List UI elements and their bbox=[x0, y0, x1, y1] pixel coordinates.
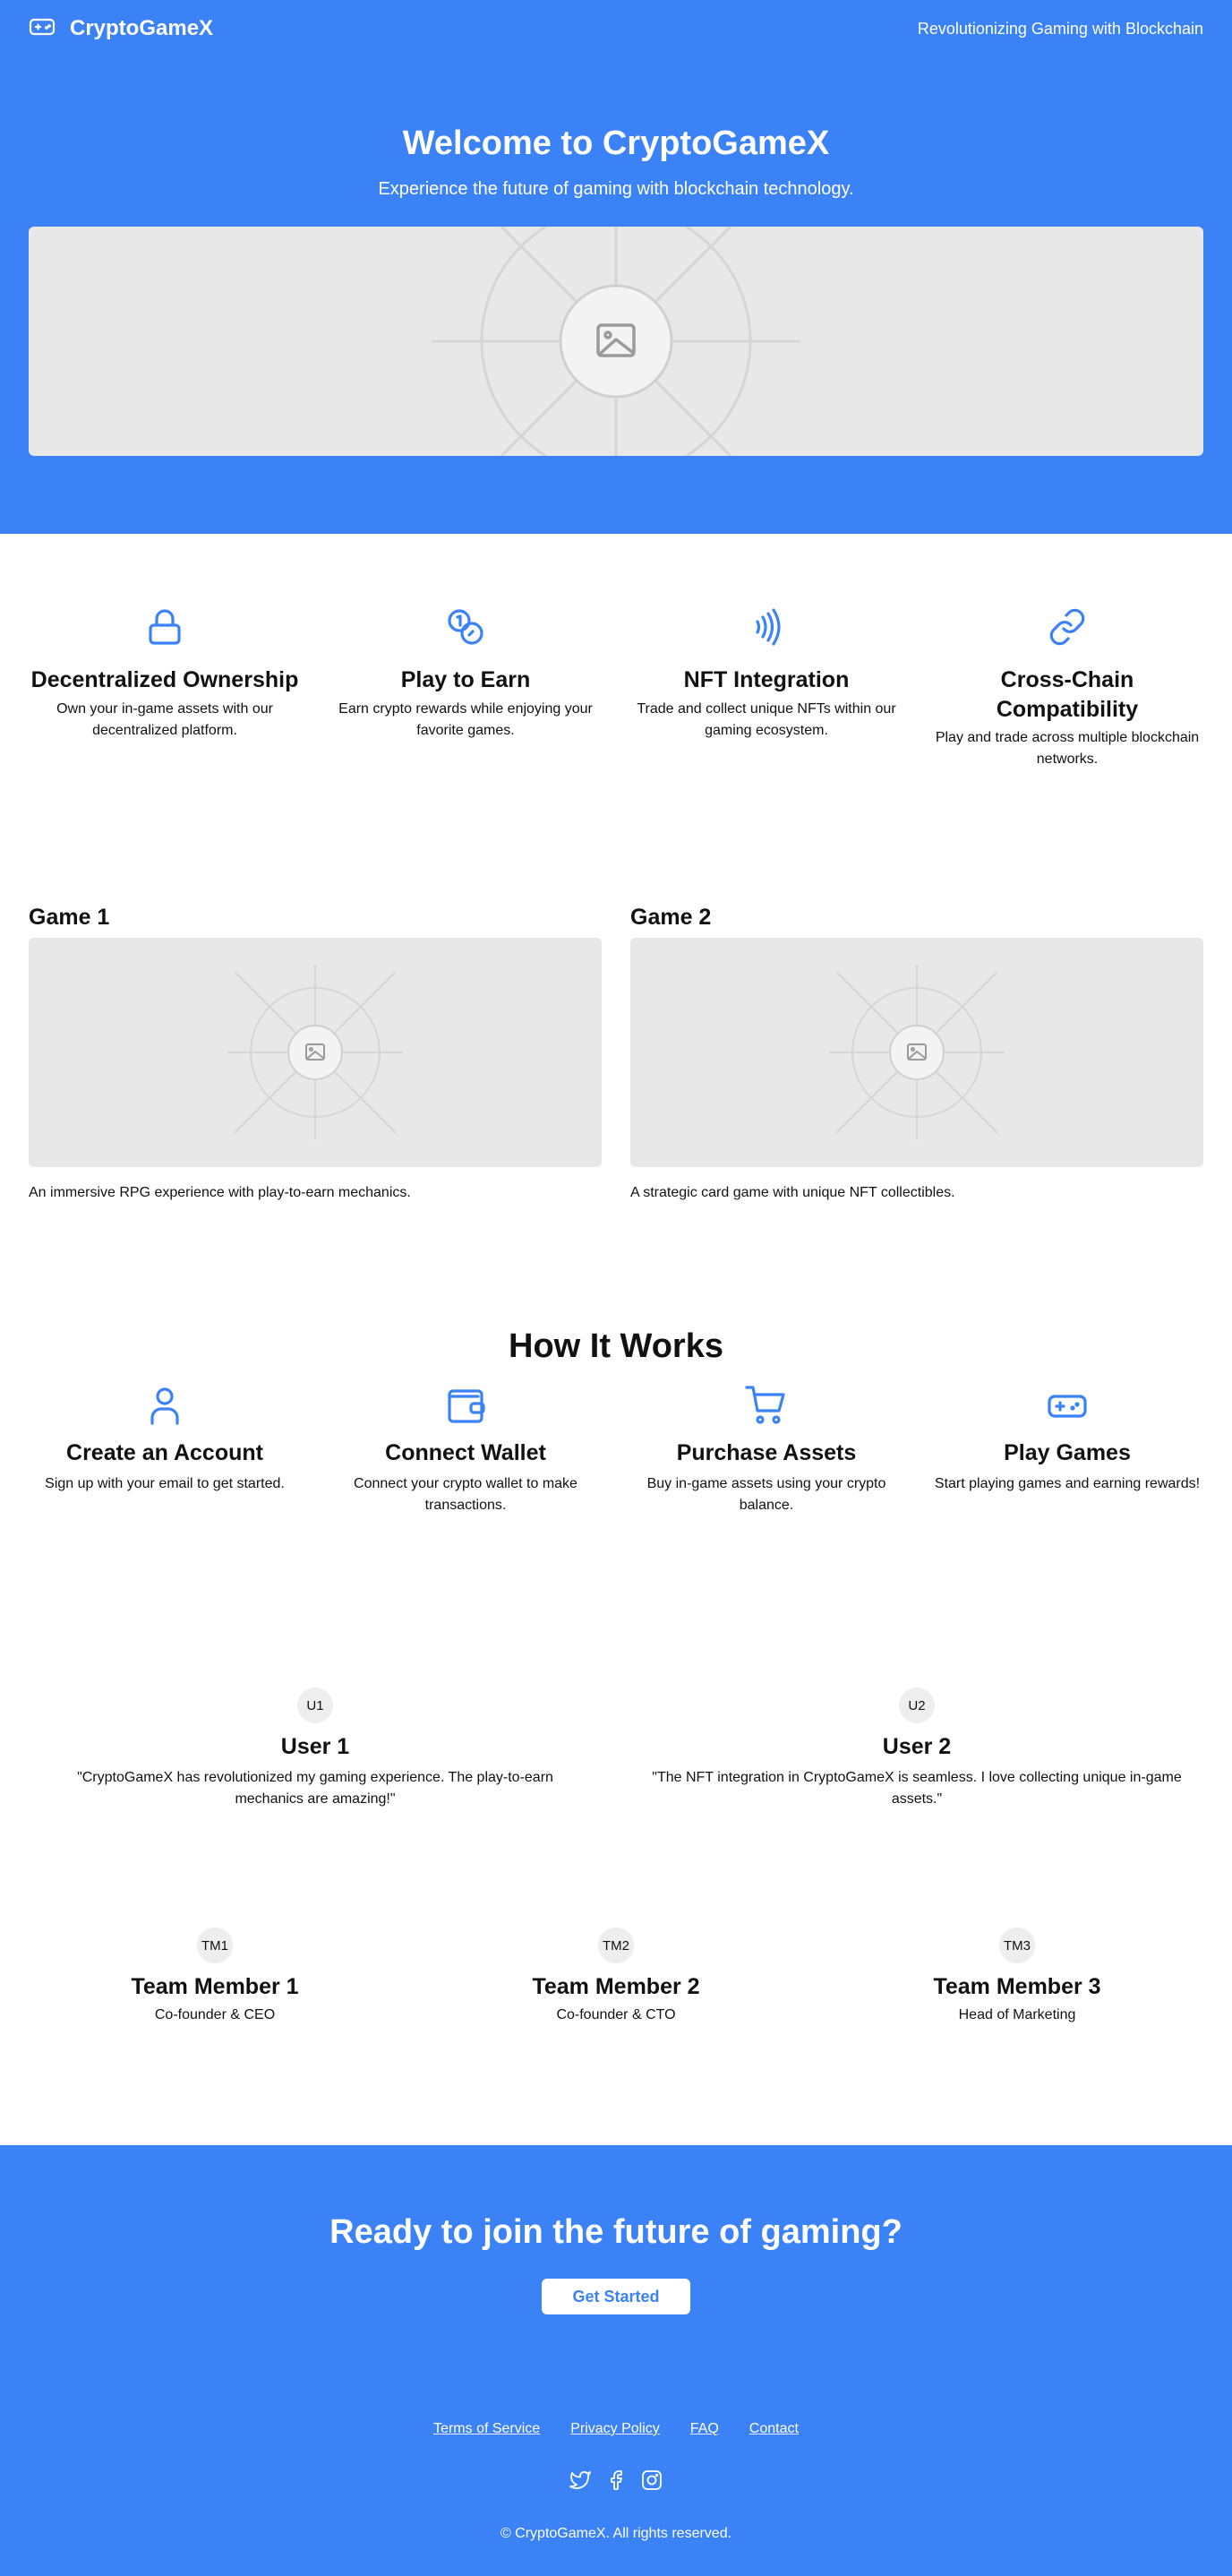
feature-title: Play to Earn bbox=[400, 667, 531, 692]
footer-link-contact[interactable]: Contact bbox=[749, 2421, 799, 2437]
game-card[interactable]: Game 1 An immersive RPG experience with bbox=[29, 905, 602, 1284]
hero-subtitle: Experience the future of gaming with blo… bbox=[378, 178, 854, 199]
team-member-name: Team Member 3 bbox=[933, 1974, 1101, 1999]
gamepad-icon bbox=[1046, 1384, 1089, 1427]
twitter-icon[interactable] bbox=[569, 2469, 591, 2495]
game-card[interactable]: Game 2 A strategic card game with unique… bbox=[630, 905, 1203, 1284]
gamepad-icon bbox=[29, 17, 56, 41]
cta-title: Ready to join the future of gaming? bbox=[329, 2213, 903, 2251]
avatar: TM2 bbox=[598, 1928, 634, 1963]
social-links bbox=[0, 2469, 1232, 2495]
feature-text: Play and trade across multiple blockchai… bbox=[935, 730, 1200, 767]
hero-image bbox=[29, 226, 1203, 456]
team-member-role: Co-founder & CEO bbox=[154, 2007, 276, 2022]
step-title: Connect Wallet bbox=[385, 1440, 546, 1465]
step-title: Purchase Assets bbox=[676, 1440, 857, 1465]
footer-link-faq[interactable]: FAQ bbox=[690, 2421, 719, 2437]
step-card: Purchase Assets Buy in-game assets using… bbox=[630, 1384, 903, 1516]
team-member-role: Co-founder & CTO bbox=[556, 2007, 676, 2022]
feature-text: Trade and collect unique NFTs within our… bbox=[637, 700, 896, 738]
step-title: Create an Account bbox=[66, 1440, 263, 1465]
step-text: Sign up with your email to get started. bbox=[45, 1476, 285, 1491]
avatar: U1 bbox=[297, 1687, 333, 1723]
testimonial-name: User 1 bbox=[280, 1734, 350, 1759]
feature-card: Cross-Chain Compatibility Play and trade… bbox=[931, 605, 1203, 854]
footer-link-privacy[interactable]: Privacy Policy bbox=[570, 2421, 660, 2437]
team-member-card: TM3 Team Member 3 Head of Marketing bbox=[831, 1928, 1203, 2145]
link-icon bbox=[1046, 605, 1089, 648]
avatar: U2 bbox=[899, 1687, 935, 1723]
facebook-icon[interactable] bbox=[605, 2469, 627, 2495]
hero-section: Welcome to CryptoGameX Experience the fu… bbox=[0, 57, 1232, 534]
testimonial-quote: "CryptoGameX has revolutionized my gamin… bbox=[77, 1770, 553, 1807]
feature-title: NFT Integration bbox=[683, 667, 850, 692]
header-tagline: Revolutionizing Gaming with Blockchain bbox=[917, 19, 1203, 38]
team-member-role: Head of Marketing bbox=[958, 2007, 1076, 2022]
feature-title: Cross-Chain Compatibility bbox=[996, 667, 1139, 722]
instagram-icon[interactable] bbox=[641, 2469, 663, 2495]
game-description: An immersive RPG experience with play-to… bbox=[29, 1185, 411, 1200]
feature-text: Earn crypto rewards while enjoying your … bbox=[338, 700, 593, 738]
avatar: TM1 bbox=[197, 1928, 233, 1963]
copyright: © CryptoGameX. All rights reserved. bbox=[500, 2526, 732, 2541]
nfc-icon bbox=[745, 605, 788, 648]
coins-icon bbox=[444, 605, 487, 648]
how-it-works-section: How It Works Create an Account Sign up w… bbox=[0, 1284, 1232, 1643]
testimonial-name: User 2 bbox=[882, 1734, 952, 1759]
feature-card: NFT Integration Trade and collect unique… bbox=[630, 605, 903, 854]
feature-text: Own your in-game assets with our decentr… bbox=[56, 700, 273, 738]
step-text: Connect your crypto wallet to make trans… bbox=[354, 1476, 578, 1513]
get-started-button[interactable]: Get Started bbox=[542, 2279, 690, 2314]
testimonials-section: U1 User 1 "CryptoGameX has revolutionize… bbox=[0, 1643, 1232, 1906]
feature-card: Decentralized Ownership Own your in-game… bbox=[29, 605, 301, 854]
game-image[interactable] bbox=[29, 938, 602, 1167]
step-card: Connect Wallet Connect your crypto walle… bbox=[329, 1384, 602, 1516]
game-title: Game 1 bbox=[29, 905, 110, 930]
image-placeholder-icon bbox=[432, 226, 800, 456]
game-image[interactable] bbox=[630, 938, 1203, 1167]
features-section: Decentralized Ownership Own your in-game… bbox=[0, 534, 1232, 854]
step-card: Play Games Start playing games and earni… bbox=[931, 1384, 1203, 1516]
feature-title: Decentralized Ownership bbox=[30, 667, 299, 692]
testimonial-card: U2 User 2 "The NFT integration in Crypto… bbox=[630, 1687, 1203, 1906]
feature-card: Play to Earn Earn crypto rewards while e… bbox=[329, 605, 602, 854]
step-text: Buy in-game assets using your crypto bal… bbox=[646, 1476, 886, 1513]
team-section: TM1 Team Member 1 Co-founder & CEO TM2 T… bbox=[0, 1906, 1232, 2145]
footer-links: Terms of Service Privacy Policy FAQ Cont… bbox=[0, 2421, 1232, 2437]
team-member-card: TM2 Team Member 2 Co-founder & CTO bbox=[430, 1928, 802, 2145]
step-text: Start playing games and earning rewards! bbox=[934, 1476, 1201, 1491]
image-placeholder-icon bbox=[829, 965, 1005, 1140]
footer-link-terms[interactable]: Terms of Service bbox=[433, 2421, 540, 2437]
step-card: Create an Account Sign up with your emai… bbox=[29, 1384, 301, 1516]
step-title: Play Games bbox=[1004, 1440, 1131, 1465]
site-footer: Terms of Service Privacy Policy FAQ Cont… bbox=[0, 2382, 1232, 2576]
brand[interactable]: CryptoGameX bbox=[29, 16, 213, 41]
cta-section: Ready to join the future of gaming? Get … bbox=[0, 2145, 1232, 2382]
cart-icon bbox=[745, 1384, 788, 1427]
game-description: A strategic card game with unique NFT co… bbox=[630, 1185, 955, 1200]
hero-title: Welcome to CryptoGameX bbox=[402, 125, 830, 162]
avatar: TM3 bbox=[999, 1928, 1035, 1963]
team-member-card: TM1 Team Member 1 Co-founder & CEO bbox=[29, 1928, 401, 2145]
team-member-name: Team Member 1 bbox=[131, 1974, 299, 1999]
testimonial-quote: "The NFT integration in CryptoGameX is s… bbox=[652, 1770, 1182, 1807]
image-placeholder-icon bbox=[227, 965, 403, 1140]
game-title: Game 2 bbox=[630, 905, 712, 930]
brand-name: CryptoGameX bbox=[70, 16, 214, 40]
wallet-icon bbox=[444, 1384, 487, 1427]
lock-icon bbox=[143, 605, 186, 648]
testimonial-card: U1 User 1 "CryptoGameX has revolutionize… bbox=[29, 1687, 602, 1906]
section-title: How It Works bbox=[509, 1327, 723, 1365]
site-header: CryptoGameX Revolutionizing Gaming with … bbox=[0, 0, 1232, 57]
user-icon bbox=[143, 1384, 186, 1427]
games-section: Game 1 An immersive RPG experience with bbox=[0, 854, 1232, 1284]
team-member-name: Team Member 2 bbox=[532, 1974, 700, 1999]
